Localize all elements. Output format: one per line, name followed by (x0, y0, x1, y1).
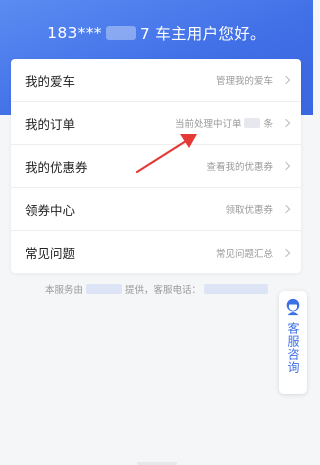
menu-item-faq[interactable]: 常见问题 常见问题汇总 (11, 231, 301, 274)
masked-phone-digits (105, 26, 136, 40)
menu-card: 我的爱车 管理我的爱车 我的订单 当前处理中订单 条 我的优惠券 查看我的优惠券… (11, 59, 301, 273)
menu-item-title: 我的优惠券 (25, 159, 88, 175)
chevron-right-icon (281, 118, 291, 128)
menu-item-my-coupons[interactable]: 我的优惠券 查看我的优惠券 (11, 145, 301, 188)
page: 183*** 7 车主用户您好。 我的爱车 管理我的爱车 我的订单 当前处理中订… (0, 0, 313, 465)
chevron-right-icon (281, 204, 291, 214)
subtitle-text: 管理我的爱车 (215, 76, 273, 87)
subtitle-text: 领取优惠券 (225, 205, 273, 216)
masked-provider-name (86, 284, 122, 294)
customer-service-button[interactable]: 客服咨询 (279, 291, 307, 394)
menu-item-title: 我的爱车 (25, 73, 76, 89)
chevron-right-icon (281, 248, 291, 257)
greeting-prefix: 183*** (47, 24, 102, 42)
subtitle-text: 常见问题汇总 (215, 248, 273, 260)
menu-item-subtitle: 查看我的优惠券 (206, 159, 273, 173)
customer-service-agent-icon (286, 298, 300, 316)
bottom-indicator (0, 453, 313, 465)
footer-middle: 提供，客服电话： (125, 285, 202, 296)
customer-service-label: 客服咨询 (286, 322, 300, 374)
footer-prefix: 本服务由 (44, 285, 83, 296)
menu-item-coupon-center[interactable]: 领券中心 领取优惠券 (11, 188, 301, 231)
menu-item-title: 我的订单 (25, 116, 76, 132)
menu-item-subtitle: 管理我的爱车 (216, 73, 273, 87)
menu-item-subtitle: 领取优惠券 (225, 202, 273, 216)
menu-item-title: 领券中心 (25, 202, 76, 218)
subtitle-text: 查看我的优惠券 (206, 162, 273, 173)
menu-item-my-orders[interactable]: 我的订单 当前处理中订单 条 (11, 102, 301, 145)
chevron-right-icon (281, 75, 291, 85)
chevron-right-icon (281, 161, 291, 171)
subtitle-text: 当前处理中订单 (174, 119, 242, 130)
menu-item-subtitle: 当前处理中订单 条 (175, 116, 273, 130)
masked-order-count (244, 118, 261, 128)
masked-service-phone[interactable] (204, 284, 269, 294)
menu-item-subtitle: 常见问题汇总 (216, 246, 273, 260)
service-provider-note: 本服务由 提供，客服电话： (0, 282, 313, 296)
menu-item-my-car[interactable]: 我的爱车 管理我的爱车 (11, 59, 301, 102)
greeting-suffix: 7 车主用户您好。 (139, 25, 266, 43)
menu-item-title: 常见问题 (25, 246, 76, 261)
user-greeting: 183*** 7 车主用户您好。 (0, 22, 313, 44)
subtitle-suffix: 条 (263, 119, 273, 130)
